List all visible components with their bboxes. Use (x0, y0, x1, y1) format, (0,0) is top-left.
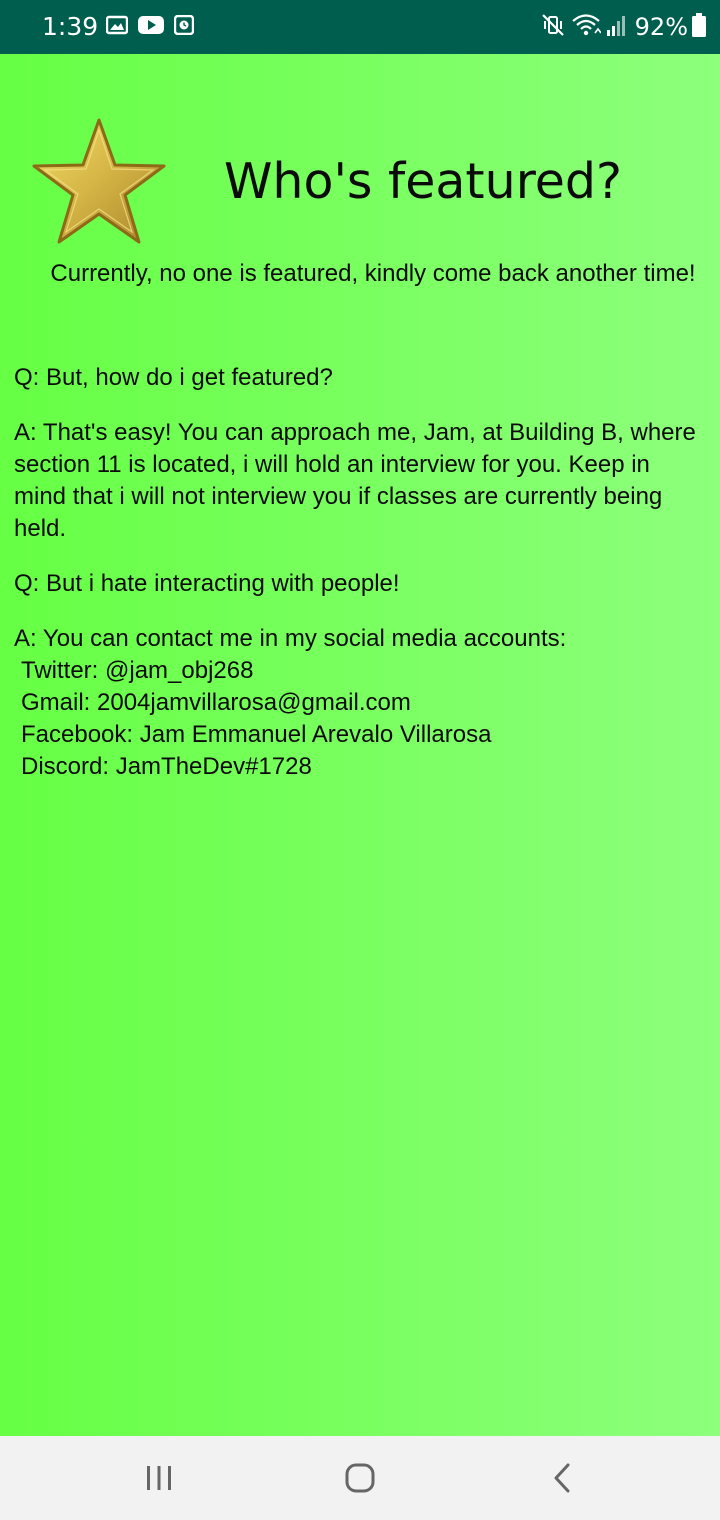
battery-percentage: 92% (634, 13, 688, 41)
faq-question: Q: But i hate interacting with people! (14, 570, 400, 597)
faq-answer-contact: A: You can contact me in my social media… (14, 623, 704, 783)
star-icon (30, 118, 168, 251)
recent-apps-icon (147, 1466, 171, 1490)
home-button[interactable] (335, 1456, 385, 1500)
home-icon (345, 1463, 375, 1493)
contact-gmail: Gmail: 2004jamvillarosa@gmail.com (21, 689, 411, 716)
youtube-icon (138, 15, 164, 40)
contact-intro: A: You can contact me in my social media… (14, 625, 567, 652)
navigation-bar (0, 1436, 720, 1520)
page-title: Who's featured? (223, 153, 623, 210)
contact-facebook: Facebook: Jam Emmanuel Arevalo Villarosa (21, 721, 492, 748)
faq-section: Q: But, how do i get featured? A: That's… (14, 362, 704, 806)
status-time: 1:39 (42, 12, 99, 41)
faq-answer: A: That's easy! You can approach me, Jam… (14, 419, 696, 542)
status-message: Currently, no one is featured, kindly co… (50, 260, 696, 287)
status-bar: 1:39 92% (0, 0, 720, 54)
clock-app-icon (173, 14, 195, 40)
featured-page: Who's featured? Currently, no one is fea… (0, 54, 720, 1436)
back-button[interactable] (537, 1456, 587, 1500)
back-icon (554, 1463, 570, 1493)
signal-icon (606, 14, 627, 41)
mute-vibrate-icon (541, 13, 565, 42)
contact-discord: Discord: JamTheDev#1728 (21, 753, 312, 780)
contact-twitter: Twitter: @jam_obj268 (21, 657, 254, 684)
battery-icon (692, 12, 706, 42)
notification-icons (105, 14, 204, 40)
recent-apps-button[interactable] (134, 1456, 184, 1500)
system-icons: 92% (535, 12, 706, 42)
faq-question: Q: But, how do i get featured? (14, 364, 333, 391)
wifi-icon (571, 13, 602, 42)
image-icon (105, 15, 129, 40)
